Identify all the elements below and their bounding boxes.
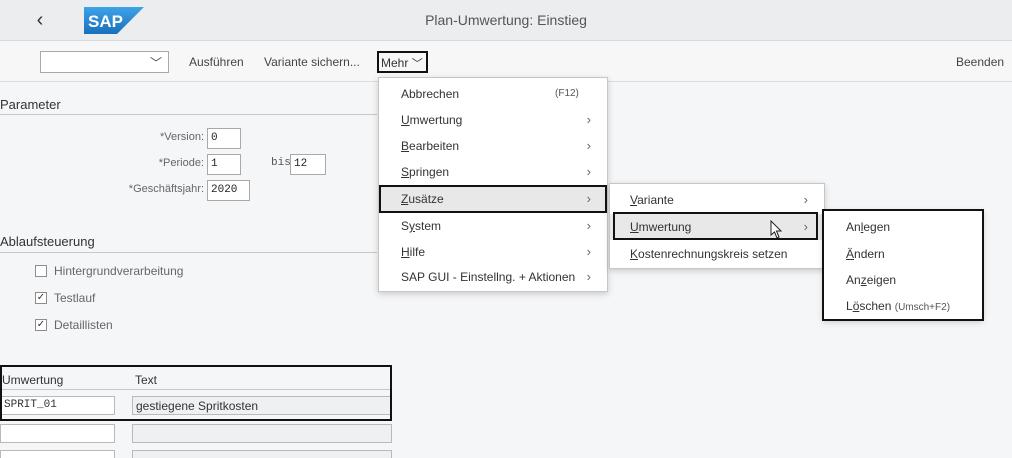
shortcut-label: (Umsch+F2) (894, 302, 951, 313)
menu-item-variante[interactable]: Variante › (610, 187, 824, 213)
chevron-down-icon: ﹀ (149, 56, 162, 70)
menu-item-zusaetze[interactable]: Zusätze › (379, 186, 607, 212)
table-cell-umwertung[interactable] (0, 450, 115, 458)
menu-item-anzeigen[interactable]: Anzeigen (824, 267, 982, 293)
version-label: *Version: (159, 131, 204, 143)
period-from-input[interactable]: 1 (207, 154, 241, 175)
column-header-text: Text (135, 373, 158, 387)
table-cell-umwertung[interactable] (0, 424, 115, 443)
version-input[interactable]: 0 (207, 128, 241, 149)
menu-item-loeschen[interactable]: Löschen (Umsch+F2) (824, 293, 982, 319)
menu-item-hilfe[interactable]: Hilfe › (379, 239, 607, 265)
more-menu-button[interactable]: Mehr ﹀ (377, 51, 428, 73)
menu-item-system[interactable]: System › (379, 213, 607, 239)
variant-select[interactable]: ﹀ (40, 51, 169, 73)
chevron-right-icon: › (586, 138, 591, 153)
table-cell-text (132, 450, 392, 458)
fiscal-year-input[interactable]: 2020 (207, 180, 250, 201)
menu-item-abbrechen[interactable]: Abbrechen (F12) (379, 81, 607, 107)
chevron-down-icon: ﹀ (411, 58, 423, 70)
chevron-right-icon: › (803, 192, 808, 207)
menu-item-bearbeiten[interactable]: Bearbeiten › (379, 133, 607, 159)
save-variant-button[interactable]: Variante sichern... (264, 55, 360, 69)
cursor-pointer-icon (770, 220, 783, 239)
exit-button[interactable]: Beenden (956, 55, 1004, 69)
chevron-right-icon: › (586, 164, 591, 179)
page-title: Plan-Umwertung: Einstieg (425, 12, 587, 28)
chevron-right-icon: › (586, 191, 591, 206)
details-label: Detaillisten (54, 318, 113, 332)
table-cell-text (132, 424, 392, 443)
divider (0, 252, 377, 253)
chevron-right-icon: › (586, 218, 591, 233)
details-checkbox[interactable]: ✓ (35, 319, 47, 331)
divider (0, 114, 377, 115)
shortcut-label: (F12) (555, 88, 579, 99)
chevron-right-icon: › (803, 219, 808, 234)
more-menu-label: Mehr (381, 56, 409, 70)
zusaetze-submenu: Variante › Umwertung › Kostenrechnungskrei… (609, 183, 825, 269)
divider (0, 389, 392, 390)
menu-item-aendern[interactable]: Ändern (824, 241, 982, 267)
background-label: Hintergrundverarbeitung (54, 264, 184, 278)
menu-item-springen[interactable]: Springen › (379, 159, 607, 185)
menu-item-kostenrechnungskreis[interactable]: Kostenrechnungskreis setzen (610, 241, 824, 267)
menu-item-sap-gui[interactable]: SAP GUI - Einstellng. + Aktionen › (379, 264, 607, 290)
more-dropdown-menu: Abbrechen (F12) Umwertung › Bearbeiten › S… (378, 77, 608, 292)
chevron-right-icon: › (586, 269, 591, 284)
period-to-input[interactable]: 12 (290, 154, 326, 175)
parameter-heading: Parameter (0, 97, 61, 112)
column-header-umwertung: Umwertung (2, 373, 64, 387)
background-checkbox[interactable] (35, 265, 47, 277)
table-cell-umwertung[interactable]: SPRIT_01 (0, 396, 115, 415)
table-cell-text: gestiegene Spritkosten (132, 396, 392, 415)
menu-item-anlegen[interactable]: Anlegen (824, 214, 982, 240)
ablaufsteuerung-heading: Ablaufsteuerung (0, 234, 95, 249)
umwertung-submenu: Anlegen Ändern Anzeigen Löschen (Umsch+F… (823, 210, 983, 320)
period-to-label: bis (271, 157, 291, 169)
chevron-right-icon: › (586, 244, 591, 259)
chevron-right-icon: › (586, 112, 591, 127)
testrun-checkbox[interactable]: ✓ (35, 292, 47, 304)
fiscal-year-label: *Geschäftsjahr: (128, 183, 204, 195)
execute-button[interactable]: Ausführen (189, 55, 244, 69)
period-label: *Periode: (158, 157, 204, 169)
menu-item-umwertung-sub[interactable]: Umwertung › (610, 214, 824, 240)
testrun-label: Testlauf (54, 291, 96, 305)
menu-item-umwertung[interactable]: Umwertung › (379, 107, 607, 133)
